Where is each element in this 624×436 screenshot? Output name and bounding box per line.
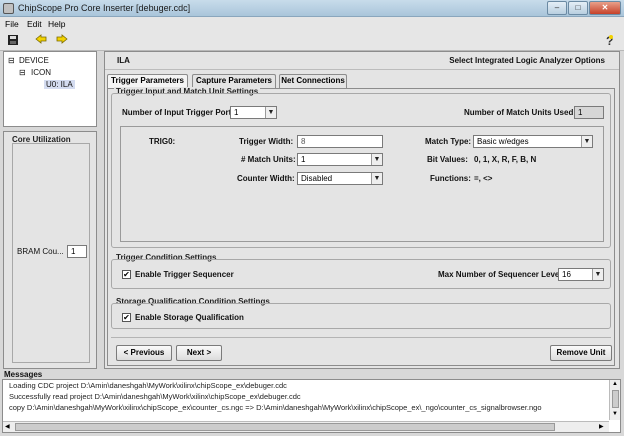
chevron-down-icon[interactable]: ▼ (371, 154, 382, 165)
chevron-down-icon[interactable]: ▼ (265, 107, 276, 118)
divider (111, 337, 611, 338)
match-type-select[interactable]: Basic w/edges ▼ (473, 135, 593, 148)
match-type-value: Basic w/edges (477, 137, 529, 146)
window-title: ChipScope Pro Core Inserter [debuger.cdc… (18, 3, 191, 13)
scroll-thumb[interactable] (15, 423, 555, 431)
bit-values-value: 0, 1, X, R, F, B, N (474, 155, 537, 164)
enable-storage-qualification-label: Enable Storage Qualification (135, 313, 244, 322)
ports-value: 1 (234, 108, 239, 117)
tree-node-device[interactable]: DEVICE (19, 56, 49, 65)
panel-header-title: ILA (117, 56, 130, 65)
tree-node-icon[interactable]: ICON (31, 68, 51, 77)
trigger-input-box: Number of Input Trigger Ports: 1 ▼ Numbe… (111, 93, 611, 248)
trigger-width-input[interactable]: 8 (297, 135, 383, 148)
chevron-down-icon[interactable]: ▼ (581, 136, 592, 147)
trig0-box: TRIG0: Trigger Width: 8 Match Type: Basi… (120, 126, 604, 242)
core-utilization-panel: Core Utilization BRAM Cou... 1 (3, 131, 97, 369)
max-levels-select[interactable]: 16 ▼ (558, 268, 604, 281)
maximize-button[interactable]: □ (568, 1, 588, 15)
tab-capture-parameters[interactable]: Capture Parameters (192, 74, 276, 88)
message-line: Loading CDC project D:\Amin\daneshgah\My… (9, 381, 287, 390)
close-button[interactable]: ✕ (589, 1, 621, 15)
menu-bar: File Edit Help (0, 17, 624, 31)
functions-label: Functions: (430, 174, 471, 183)
scroll-down-icon[interactable]: ▼ (612, 411, 618, 417)
vertical-scrollbar[interactable]: ▲ ▼ (609, 380, 620, 420)
enable-trigger-sequencer-checkbox[interactable]: ✔ (122, 270, 131, 279)
tab-net-connections[interactable]: Net Connections (279, 74, 347, 88)
enable-trigger-sequencer-label: Enable Trigger Sequencer (135, 270, 234, 279)
messages-panel: Messages Loading CDC project D:\Amin\dan… (0, 369, 624, 436)
scroll-left-icon[interactable]: ◀ (5, 423, 10, 430)
device-tree: ⊟ DEVICE ⊟ ICON U0: ILA (3, 51, 97, 127)
scroll-right-icon[interactable]: ▶ (599, 423, 604, 430)
next-button[interactable]: Next > (176, 345, 222, 361)
tree-expand-icon[interactable]: ⊟ (8, 56, 15, 65)
bram-count-value: 1 (67, 245, 87, 258)
tree-expand-icon[interactable]: ⊟ (19, 68, 26, 77)
ila-options-panel: ILA Select Integrated Logic Analyzer Opt… (104, 51, 620, 369)
storage-box: ✔ Enable Storage Qualification (111, 303, 611, 329)
horizontal-scrollbar[interactable]: ◀ ▶ (3, 421, 609, 432)
arrow-left-icon[interactable] (34, 34, 48, 48)
menu-edit[interactable]: Edit (27, 19, 42, 29)
messages-title: Messages (4, 370, 43, 379)
message-line: copy D:\Amin\daneshgah\MyWork\xilinx\chi… (9, 403, 542, 412)
remove-unit-button[interactable]: Remove Unit (550, 345, 612, 361)
max-levels-label: Max Number of Sequencer Levels: (438, 270, 569, 279)
main-area: ⊟ DEVICE ⊟ ICON U0: ILA Core Utilization… (0, 51, 624, 369)
ports-select[interactable]: 1 ▼ (230, 106, 277, 119)
tab-content: Trigger Input and Match Unit Settings Nu… (107, 87, 615, 366)
chevron-down-icon[interactable]: ▼ (371, 173, 382, 184)
app-icon (3, 3, 14, 14)
help-icon[interactable]: ? (602, 34, 616, 48)
match-units-value: 1 (301, 155, 306, 164)
scroll-thumb[interactable] (612, 390, 619, 408)
functions-value: =, <> (474, 174, 493, 183)
message-line: Successfully read project D:\Amin\danesh… (9, 392, 301, 401)
bram-count-label: BRAM Cou... (17, 247, 64, 256)
core-utilization-box: BRAM Cou... 1 (12, 143, 90, 363)
counter-width-label: Counter Width: (237, 174, 295, 183)
save-icon[interactable] (6, 34, 20, 48)
counter-width-select[interactable]: Disabled ▼ (297, 172, 383, 185)
tab-trigger-parameters[interactable]: Trigger Parameters (107, 74, 188, 88)
tree-node-ila[interactable]: U0: ILA (44, 80, 75, 89)
tab-bar: Trigger Parameters Capture Parameters Ne… (107, 74, 607, 88)
match-units-used-label: Number of Match Units Used: (464, 108, 577, 117)
panel-header: ILA Select Integrated Logic Analyzer Opt… (105, 52, 619, 70)
match-units-used-value: 1 (574, 106, 604, 119)
panel-header-subtitle: Select Integrated Logic Analyzer Options (449, 56, 605, 65)
arrow-right-icon[interactable] (55, 34, 69, 48)
trigger-width-label: Trigger Width: (239, 137, 294, 146)
trig0-label: TRIG0: (149, 137, 176, 146)
ports-label: Number of Input Trigger Ports: (122, 108, 239, 117)
bit-values-label: Bit Values: (427, 155, 468, 164)
chevron-down-icon[interactable]: ▼ (592, 269, 603, 280)
match-type-label: Match Type: (425, 137, 472, 146)
previous-button[interactable]: < Previous (116, 345, 172, 361)
menu-help[interactable]: Help (48, 19, 65, 29)
match-units-label: # Match Units: (241, 155, 296, 164)
trigger-condition-box: ✔ Enable Trigger Sequencer Max Number of… (111, 259, 611, 289)
toolbar: ? (0, 31, 624, 51)
menu-file[interactable]: File (5, 19, 19, 29)
enable-storage-qualification-checkbox[interactable]: ✔ (122, 313, 131, 322)
match-units-select[interactable]: 1 ▼ (297, 153, 383, 166)
counter-width-value: Disabled (301, 174, 333, 183)
messages-log[interactable]: Loading CDC project D:\Amin\daneshgah\My… (2, 379, 621, 433)
max-levels-value: 16 (562, 270, 571, 279)
title-bar: ChipScope Pro Core Inserter [debuger.cdc… (0, 0, 624, 17)
minimize-button[interactable]: – (547, 1, 567, 15)
scroll-up-icon[interactable]: ▲ (612, 381, 618, 387)
